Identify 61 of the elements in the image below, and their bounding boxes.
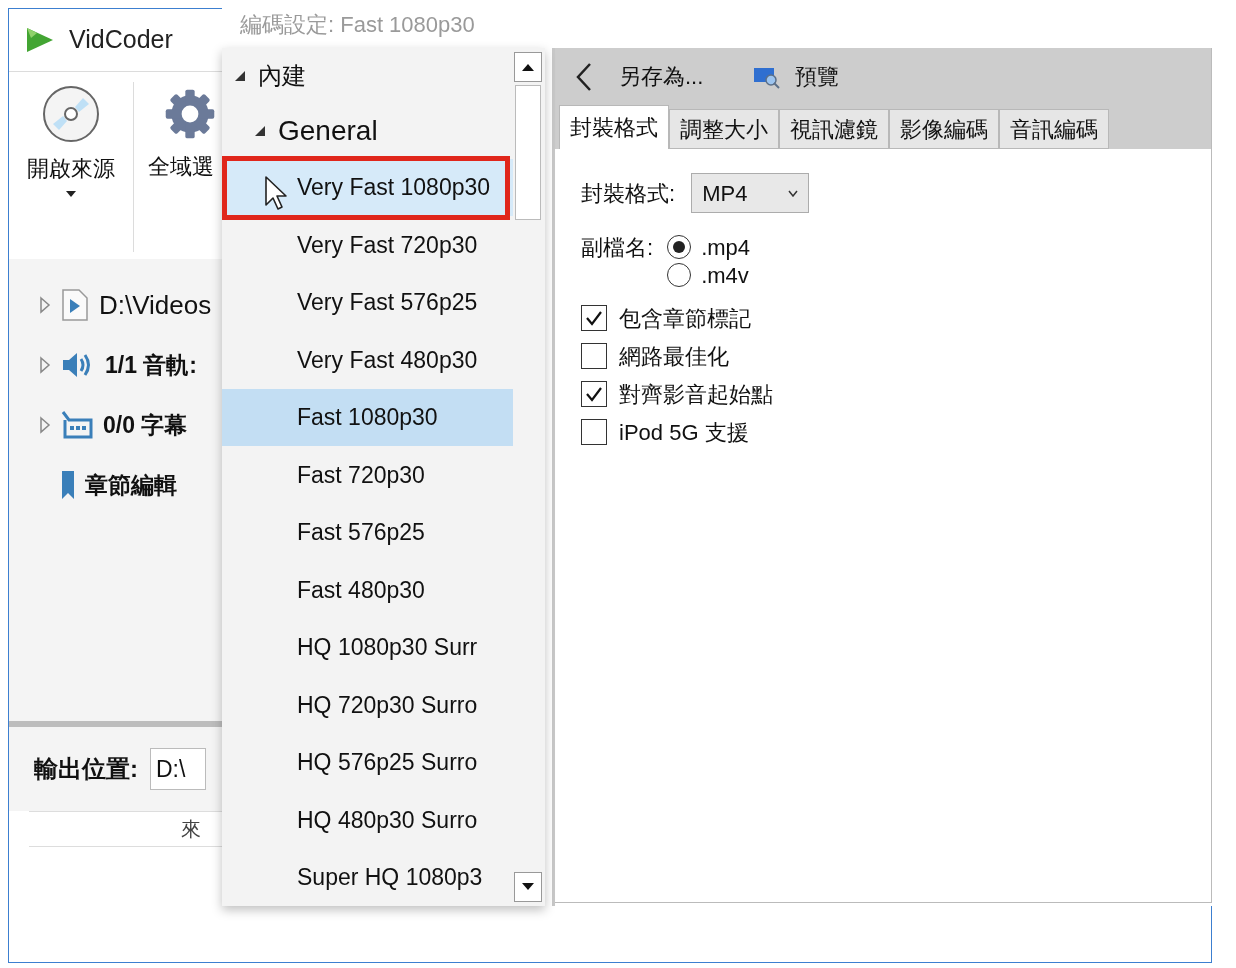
open-source-button[interactable]: 開啟來源 bbox=[9, 82, 134, 252]
down-arrow-icon bbox=[522, 883, 534, 891]
preset-item[interactable]: Very Fast 480p30 bbox=[222, 331, 513, 389]
column-header: 來 bbox=[181, 817, 201, 842]
tree-item-label: D:\Videos bbox=[99, 288, 212, 322]
scrollbar-thumb[interactable] bbox=[515, 85, 541, 220]
preset-item[interactable]: Fast 576p25 bbox=[222, 503, 513, 562]
checkbox[interactable] bbox=[581, 419, 607, 445]
back-chevron-icon bbox=[576, 61, 592, 92]
checkbox[interactable] bbox=[581, 305, 607, 331]
tree-group-label[interactable]: General bbox=[278, 110, 378, 153]
video-file-icon bbox=[61, 288, 89, 322]
checkbox-label: iPod 5G 支援 bbox=[619, 418, 749, 447]
tree-item-label: 1/1 音軌: bbox=[105, 350, 198, 380]
cursor-icon bbox=[264, 174, 288, 211]
radio-label: .mp4 bbox=[701, 233, 751, 262]
settings-button[interactable]: 全域選 bbox=[134, 82, 220, 252]
tab[interactable]: 視訊濾鏡 bbox=[779, 109, 889, 149]
checkbox-label: 對齊影音起始點 bbox=[619, 380, 773, 409]
bookmark-icon bbox=[61, 470, 75, 500]
output-path-field[interactable]: D:\ bbox=[150, 748, 206, 790]
scroll-up-button[interactable] bbox=[514, 52, 542, 82]
radio-button[interactable] bbox=[667, 235, 692, 259]
tab[interactable]: 影像編碼 bbox=[889, 109, 999, 149]
disc-icon bbox=[41, 84, 101, 144]
radio-button[interactable] bbox=[667, 263, 692, 287]
tree-item-label: 章節編輯 bbox=[85, 470, 177, 500]
check-icon bbox=[585, 386, 603, 402]
preset-item[interactable]: Super HQ 1080p3 bbox=[222, 848, 513, 906]
tab[interactable]: 封裝格式 bbox=[559, 105, 669, 149]
checkbox[interactable] bbox=[581, 343, 607, 369]
tab[interactable]: 調整大小 bbox=[669, 109, 779, 149]
checkbox-label: 包含章節標記 bbox=[619, 304, 751, 333]
extension-label: 副檔名: bbox=[581, 234, 654, 262]
preset-item[interactable]: HQ 576p25 Surro bbox=[222, 733, 513, 792]
preset-item[interactable]: HQ 1080p30 Surr bbox=[222, 618, 513, 677]
preset-item[interactable]: HQ 720p30 Surro bbox=[222, 676, 513, 734]
tab[interactable]: 音訊編碼 bbox=[999, 109, 1109, 149]
preset-item[interactable]: HQ 480p30 Surro bbox=[222, 791, 513, 849]
scroll-down-button[interactable] bbox=[514, 872, 542, 902]
preset-item[interactable]: Fast 1080p30 bbox=[222, 388, 513, 447]
container-label: 封裝格式: bbox=[581, 179, 676, 208]
container-dropdown[interactable]: MP4 bbox=[691, 173, 810, 213]
chevron-down-icon bbox=[788, 189, 799, 197]
tree-item-label: 0/0 字幕 bbox=[103, 410, 188, 440]
preset-item[interactable]: Very Fast 576p25 bbox=[222, 273, 513, 332]
app-title: VidCoder bbox=[69, 24, 173, 56]
subtitle-icon bbox=[61, 410, 93, 440]
tree-group-label[interactable]: 內建 bbox=[258, 57, 306, 94]
check-icon bbox=[585, 310, 603, 326]
output-label: 輸出位置: bbox=[34, 754, 138, 784]
preview-button[interactable]: 預覽 bbox=[753, 60, 840, 93]
save-as-button[interactable]: 另存為... bbox=[619, 60, 704, 93]
up-arrow-icon bbox=[522, 63, 534, 71]
preset-item[interactable]: Very Fast 720p30 bbox=[222, 216, 513, 274]
preset-item[interactable]: Fast 720p30 bbox=[222, 446, 513, 504]
checkbox[interactable] bbox=[581, 381, 607, 407]
checkbox-label: 網路最佳化 bbox=[619, 342, 729, 371]
preset-item[interactable]: Fast 480p30 bbox=[222, 561, 513, 619]
window-title: 編碼設定: Fast 1080p30 bbox=[240, 10, 475, 39]
radio-label: .m4v bbox=[701, 261, 749, 290]
